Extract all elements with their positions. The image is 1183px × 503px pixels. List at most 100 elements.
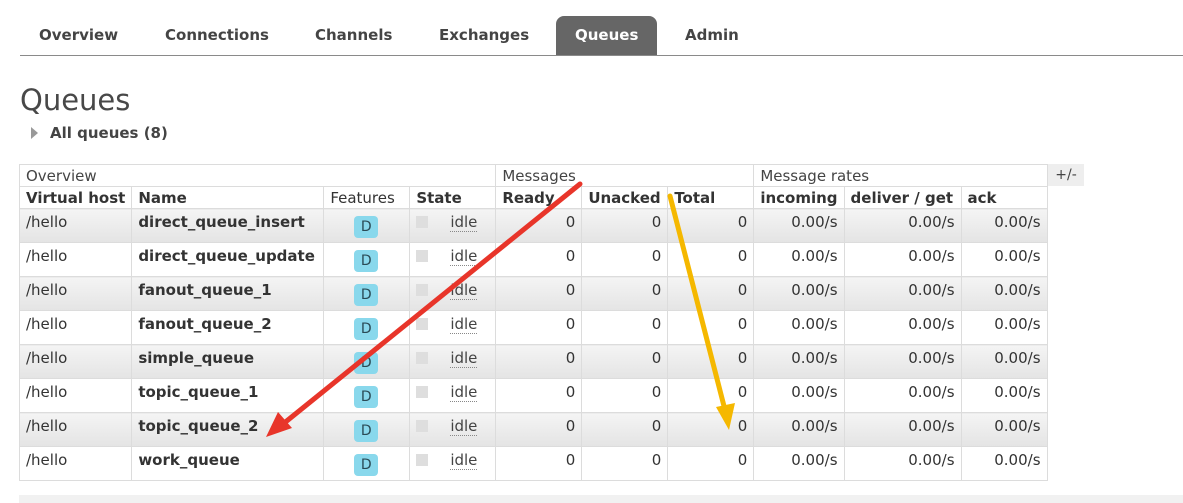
state-cell: idle: [409, 344, 497, 379]
durable-badge: D: [354, 284, 379, 306]
ack-rate-cell: 0.00/s: [960, 276, 1048, 311]
state-cell: idle: [409, 242, 497, 277]
deliver-rate-cell: 0.00/s: [843, 412, 962, 447]
column-toggle-button[interactable]: +/-: [1048, 164, 1084, 186]
deliver-rate-cell: 0.00/s: [843, 344, 962, 379]
col-ack[interactable]: ack: [960, 186, 1048, 209]
features-cell: D: [323, 412, 411, 447]
incoming-rate-cell: 0.00/s: [753, 446, 845, 481]
state-indicator-icon: [416, 352, 429, 364]
ready-cell: 0: [495, 242, 583, 277]
table-row: /hello fanout_queue_2 Didle 0 0 0 0.00/s 0.00/s…: [18, 310, 1048, 345]
features-cell: D: [323, 446, 411, 481]
queue-name-link[interactable]: fanout_queue_2: [131, 310, 325, 345]
tab-queues[interactable]: Queues: [556, 16, 658, 55]
vhost-cell: /hello: [18, 208, 133, 243]
queue-name-link[interactable]: direct_queue_update: [131, 242, 325, 277]
features-cell: D: [323, 344, 411, 379]
ack-rate-cell: 0.00/s: [960, 378, 1048, 413]
all-queues-label: All queues (8): [50, 124, 168, 142]
state-text: idle: [450, 315, 478, 334]
durable-badge: D: [354, 352, 379, 374]
table-row: /hello direct_queue_update Didle 0 0 0 0.00/s 0…: [18, 242, 1048, 277]
tab-overview[interactable]: Overview: [20, 16, 137, 55]
queue-name-link[interactable]: work_queue: [131, 446, 325, 481]
incoming-rate-cell: 0.00/s: [753, 208, 845, 243]
state-cell: idle: [409, 208, 497, 243]
vhost-cell: /hello: [18, 242, 133, 277]
state-cell: idle: [409, 412, 497, 447]
col-total[interactable]: Total: [667, 186, 755, 209]
state-indicator-icon: [416, 250, 429, 262]
nav-tabs: Overview Connections Channels Exchanges …: [20, 16, 1183, 56]
tab-admin[interactable]: Admin: [666, 16, 758, 55]
page-title: Queues: [20, 83, 131, 117]
total-cell: 0: [667, 276, 755, 311]
total-cell: 0: [667, 344, 755, 379]
ack-rate-cell: 0.00/s: [960, 446, 1048, 481]
durable-badge: D: [354, 420, 379, 442]
durable-badge: D: [354, 386, 379, 408]
tab-exchanges[interactable]: Exchanges: [420, 16, 548, 55]
col-name[interactable]: Name: [131, 186, 325, 209]
queue-name-link[interactable]: fanout_queue_1: [131, 276, 325, 311]
state-indicator-icon: [416, 386, 429, 398]
ack-rate-cell: 0.00/s: [960, 310, 1048, 345]
all-queues-toggle[interactable]: All queues (8): [31, 122, 168, 144]
expand-triangle-icon: [31, 127, 38, 139]
state-text: idle: [450, 383, 478, 402]
queue-name-link[interactable]: topic_queue_1: [131, 378, 325, 413]
state-cell: idle: [409, 446, 497, 481]
col-deliver-get[interactable]: deliver / get: [843, 186, 962, 209]
deliver-rate-cell: 0.00/s: [843, 378, 962, 413]
ready-cell: 0: [495, 208, 583, 243]
features-cell: D: [323, 310, 411, 345]
tab-connections[interactable]: Connections: [146, 16, 288, 55]
incoming-rate-cell: 0.00/s: [753, 344, 845, 379]
col-unacked[interactable]: Unacked: [581, 186, 669, 209]
col-state[interactable]: State: [409, 186, 497, 209]
state-cell: idle: [409, 310, 497, 345]
durable-badge: D: [354, 318, 379, 340]
incoming-rate-cell: 0.00/s: [753, 378, 845, 413]
features-cell: D: [323, 242, 411, 277]
deliver-rate-cell: 0.00/s: [843, 310, 962, 345]
incoming-rate-cell: 0.00/s: [753, 412, 845, 447]
ready-cell: 0: [495, 412, 583, 447]
queue-name-link[interactable]: simple_queue: [131, 344, 325, 379]
state-text: idle: [450, 349, 478, 368]
col-incoming[interactable]: incoming: [753, 186, 845, 209]
table-row: /hello topic_queue_1 Didle 0 0 0 0.00/s 0.00/s 0…: [18, 378, 1048, 413]
vhost-cell: /hello: [18, 446, 133, 481]
state-indicator-icon: [416, 318, 429, 330]
col-virtual-host[interactable]: Virtual host: [18, 186, 133, 209]
queue-name-link[interactable]: direct_queue_insert: [131, 208, 325, 243]
table-row: /hello topic_queue_2 Didle 0 0 0 0.00/s 0.00/s 0…: [18, 412, 1048, 447]
queue-name-link[interactable]: topic_queue_2: [131, 412, 325, 447]
ack-rate-cell: 0.00/s: [960, 242, 1048, 277]
deliver-rate-cell: 0.00/s: [843, 446, 962, 481]
features-cell: D: [323, 208, 411, 243]
table-row: /hello work_queue Didle 0 0 0 0.00/s 0.00/s 0.00…: [18, 446, 1048, 481]
tab-channels[interactable]: Channels: [296, 16, 411, 55]
col-ready[interactable]: Ready: [495, 186, 583, 209]
state-text: idle: [450, 417, 478, 436]
durable-badge: D: [354, 216, 379, 238]
unacked-cell: 0: [581, 446, 669, 481]
group-message-rates: Message rates: [753, 164, 1048, 187]
unacked-cell: 0: [581, 242, 669, 277]
durable-badge: D: [354, 250, 379, 272]
state-cell: idle: [409, 276, 497, 311]
total-cell: 0: [667, 412, 755, 447]
incoming-rate-cell: 0.00/s: [753, 276, 845, 311]
group-messages: Messages: [495, 164, 755, 187]
total-cell: 0: [667, 310, 755, 345]
ack-rate-cell: 0.00/s: [960, 412, 1048, 447]
ready-cell: 0: [495, 378, 583, 413]
ready-cell: 0: [495, 310, 583, 345]
group-overview: Overview: [18, 164, 497, 187]
bottom-section: [19, 495, 1183, 503]
deliver-rate-cell: 0.00/s: [843, 276, 962, 311]
total-cell: 0: [667, 208, 755, 243]
vhost-cell: /hello: [18, 412, 133, 447]
